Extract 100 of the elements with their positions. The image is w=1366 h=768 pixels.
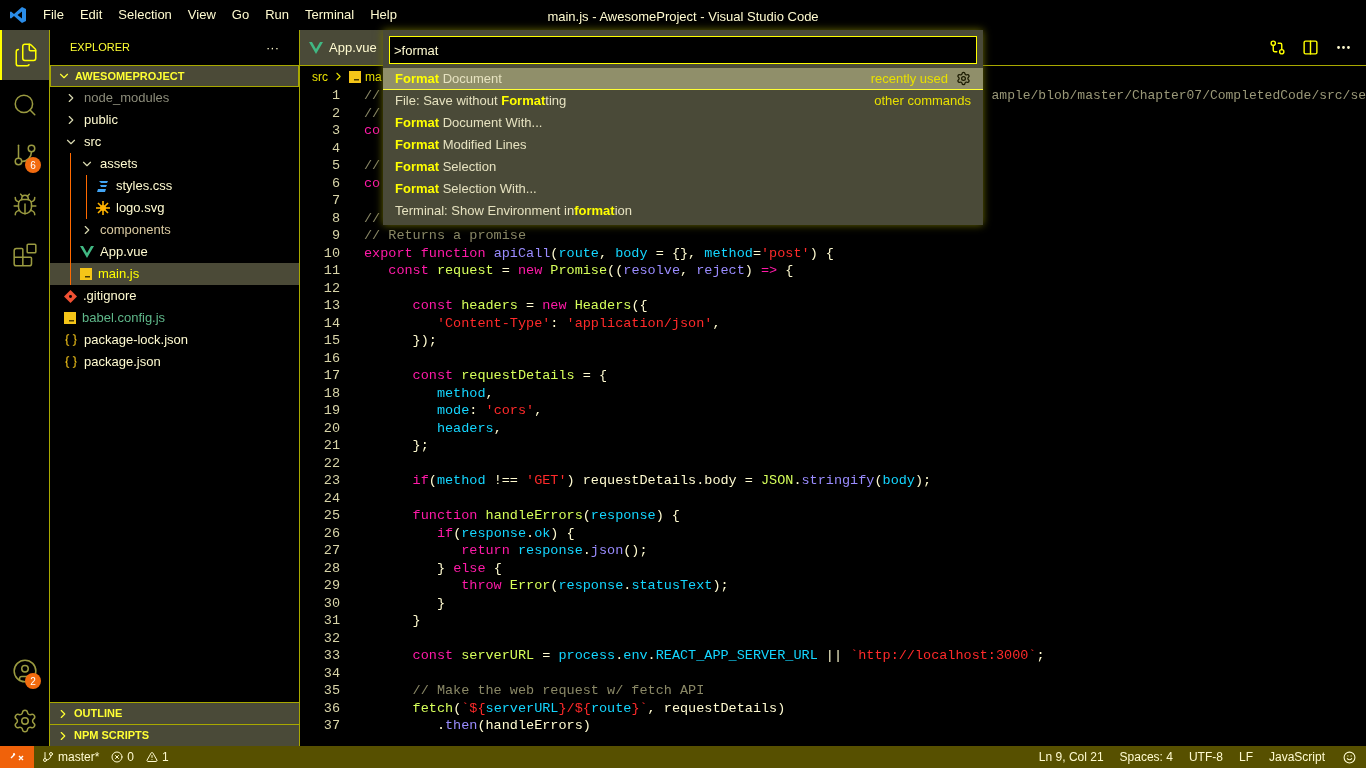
line-number: 13	[322, 297, 340, 315]
menu-item[interactable]: File	[35, 5, 72, 25]
line-number: 35	[322, 682, 340, 700]
menu-item[interactable]: Go	[223, 5, 258, 25]
more-actions-button[interactable]: ···	[266, 37, 279, 58]
tree-item[interactable]: public	[50, 109, 299, 131]
item-label: package.json	[84, 353, 161, 372]
line-number: 18	[322, 384, 340, 402]
sun-icon	[96, 201, 110, 215]
files-button[interactable]	[0, 30, 49, 80]
code-line: co	[364, 174, 381, 192]
tree-item[interactable]: main.js	[50, 263, 299, 285]
files-icon	[12, 42, 39, 68]
panel-title: EXPLORER	[70, 40, 130, 56]
code-line: });	[411, 332, 437, 350]
line-number: 24	[322, 489, 340, 507]
diamond-icon	[64, 289, 77, 303]
line-number: 4	[330, 139, 340, 157]
command-detail: recently used	[870, 69, 948, 88]
editor-tab[interactable]: App.vue	[300, 30, 386, 65]
code-line: return response.json();	[460, 542, 648, 560]
code-line: 'Content-Type': 'application/json',	[435, 314, 721, 332]
code-line: fetch(`${serverURL}/${route}`, requestDetails)	[411, 699, 786, 717]
command-item[interactable]: Format Document With...	[383, 112, 983, 134]
line-number: 23	[322, 472, 340, 490]
line-number: 8	[330, 209, 340, 227]
line-number: 14	[322, 314, 340, 332]
code-line: const headers = new Headers({	[411, 297, 648, 315]
tree-item[interactable]: styles.css	[50, 175, 299, 197]
line-number: 3	[330, 122, 340, 140]
tree-item[interactable]: .gitignore	[50, 285, 299, 307]
settings-icon[interactable]	[956, 71, 971, 86]
item-label: styles.css	[116, 177, 173, 196]
command-input[interactable]: >format	[389, 36, 977, 64]
menu-item[interactable]: Edit	[71, 5, 111, 25]
item-label: assets	[100, 155, 138, 174]
line-number: 30	[322, 594, 340, 612]
tree-item[interactable]: babel.config.js	[50, 307, 299, 329]
menu-item[interactable]: Terminal	[297, 5, 363, 25]
error-count[interactable]: 0	[127, 748, 135, 766]
section-header[interactable]: OUTLINE	[50, 702, 299, 724]
code-line: .then(handleErrors)	[435, 717, 591, 735]
status-item[interactable]: UTF-8	[1180, 748, 1231, 766]
tree-item[interactable]: src	[50, 131, 299, 153]
settings-icon[interactable]	[11, 708, 38, 734]
command-item[interactable]: Terminal: Show Environment information	[383, 200, 983, 222]
line-number: 6	[330, 174, 340, 192]
tree-item[interactable]: package.json	[50, 351, 299, 373]
item-label: node_modules	[84, 89, 170, 108]
tree-item[interactable]: assets	[50, 153, 299, 175]
menu-item[interactable]: Run	[257, 5, 297, 25]
tree-item[interactable]: node_modules	[50, 87, 299, 109]
code-line: // Returns a promise	[364, 227, 527, 245]
item-label: public	[84, 111, 118, 130]
menu-item[interactable]: View	[179, 5, 224, 25]
command-item[interactable]: File: Save without Formatting other commands	[383, 90, 983, 112]
tree-item[interactable]: App.vue	[50, 241, 299, 263]
compare-changes-icon[interactable]	[1269, 39, 1286, 56]
warning-icon	[146, 751, 159, 763]
status-item[interactable]: JavaScript	[1260, 748, 1333, 766]
warning-count[interactable]: 1	[162, 748, 169, 766]
item-label: package-lock.json	[84, 331, 189, 350]
command-item[interactable]: Format Modified Lines	[383, 134, 983, 156]
branch-name[interactable]: master*	[58, 748, 100, 766]
line-number: 9	[330, 227, 340, 245]
status-item[interactable]: Spaces: 4	[1111, 748, 1181, 766]
breadcrumb-item[interactable]: src	[312, 67, 328, 86]
line-number: 12	[322, 279, 340, 297]
error-icon	[111, 751, 124, 763]
code-line: if(method !== 'GET') requestDetails.body = JSON.stringify(body);	[411, 472, 932, 490]
vue-logo-icon	[80, 246, 94, 258]
item-label: App.vue	[100, 243, 148, 262]
command-item[interactable]: Format Selection	[383, 156, 983, 178]
code-line: mode: 'cors',	[435, 402, 543, 420]
section-header[interactable]: NPM SCRIPTS	[50, 724, 299, 746]
line-number: 37	[322, 717, 340, 735]
js-file-icon	[80, 268, 92, 280]
tree-item[interactable]: package-lock.json	[50, 329, 299, 351]
tree-item[interactable]: components	[50, 219, 299, 241]
command-item[interactable]: Format Selection With...	[383, 178, 983, 200]
tree-item[interactable]: logo.svg	[50, 197, 299, 219]
css-file-icon	[96, 179, 110, 193]
code-line: //	[364, 87, 381, 105]
line-number: 10	[322, 244, 340, 262]
menu-item[interactable]: Selection	[110, 5, 180, 25]
app-logo-icon	[9, 6, 27, 24]
extensions-icon	[11, 242, 38, 268]
split-editor-icon[interactable]	[1302, 39, 1319, 56]
menu-item[interactable]: Help	[362, 5, 405, 25]
breadcrumb-item[interactable]: ma	[365, 67, 382, 86]
code-line: export function apiCall(route, body = {}, method='post') {	[364, 244, 834, 262]
item-label: main.js	[98, 265, 140, 284]
line-number: 28	[322, 559, 340, 577]
line-number: 7	[330, 192, 340, 210]
status-item[interactable]: Ln 9, Col 21	[1030, 748, 1112, 766]
project-header[interactable]: AWESOMEPROJECT	[50, 65, 299, 87]
status-item[interactable]: LF	[1230, 748, 1261, 766]
command-detail: other commands	[874, 92, 971, 111]
code-line: const requestDetails = {	[411, 367, 608, 385]
feedback-icon[interactable]	[1343, 750, 1356, 764]
